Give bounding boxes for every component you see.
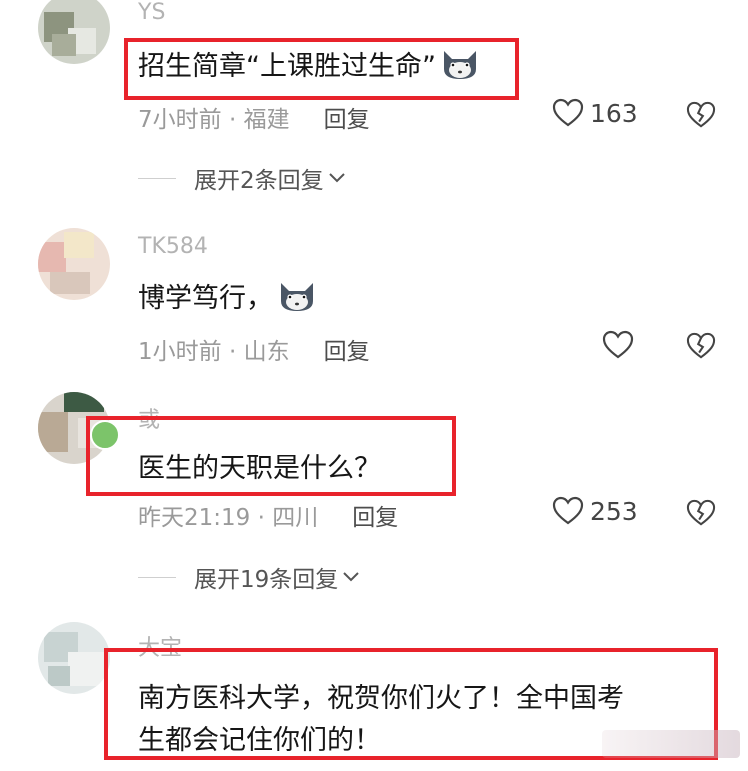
comment-username[interactable]: YS <box>138 0 165 25</box>
watermark <box>602 730 740 758</box>
expand-replies[interactable]: 展开2条回复 <box>138 161 346 195</box>
meta-separator: · <box>221 339 244 365</box>
dislike-button[interactable] <box>686 499 716 527</box>
highlight-box <box>124 38 519 100</box>
comment-username[interactable]: TK584 <box>138 234 208 259</box>
heart-outline-icon <box>552 98 584 127</box>
comment-time: 昨天21:19 <box>138 505 251 531</box>
comment-location: 福建 <box>243 107 290 133</box>
comment-meta: 1小时前 · 山东 回复 <box>138 332 370 366</box>
avatar[interactable] <box>38 228 110 300</box>
comment-text-body: 博学笃行， <box>138 283 273 314</box>
like-button[interactable]: 163 <box>552 98 638 128</box>
comment-location: 四川 <box>272 505 319 531</box>
divider-line <box>138 576 176 578</box>
comment-meta: 昨天21:19 · 四川 回复 <box>138 498 398 532</box>
reply-button[interactable]: 回复 <box>324 339 370 365</box>
broken-heart-icon <box>686 499 716 526</box>
avatar[interactable] <box>38 0 110 64</box>
expand-replies-label: 展开2条回复 <box>194 168 324 194</box>
dislike-button[interactable] <box>686 101 716 129</box>
dislike-button[interactable] <box>686 332 716 360</box>
chevron-down-icon <box>328 173 345 183</box>
comment-meta: 7小时前 · 福建 回复 <box>138 100 370 134</box>
reply-button[interactable]: 回复 <box>324 107 370 133</box>
like-button[interactable]: 253 <box>552 496 638 526</box>
comment-location: 山东 <box>243 339 290 365</box>
expand-replies[interactable]: 展开19条回复 <box>138 560 360 594</box>
highlight-box <box>86 416 456 496</box>
broken-heart-icon <box>686 332 716 359</box>
reply-button[interactable]: 回复 <box>352 505 398 531</box>
broken-heart-icon <box>686 101 716 128</box>
like-button[interactable] <box>602 330 634 360</box>
heart-outline-icon <box>552 496 584 525</box>
like-count: 163 <box>590 98 638 128</box>
heart-outline-icon <box>602 330 634 359</box>
avatar[interactable] <box>38 622 110 694</box>
meta-separator: · <box>221 107 244 133</box>
expand-replies-label: 展开19条回复 <box>194 567 339 593</box>
comment-time: 7小时前 <box>138 107 222 133</box>
comment-time: 1小时前 <box>138 339 222 365</box>
meta-separator: · <box>250 505 273 531</box>
like-count: 253 <box>590 496 638 526</box>
comment-text: 博学笃行， <box>138 276 317 320</box>
divider-line <box>138 177 176 179</box>
chevron-down-icon <box>343 572 359 582</box>
cat-face-emoji-icon <box>277 279 317 320</box>
